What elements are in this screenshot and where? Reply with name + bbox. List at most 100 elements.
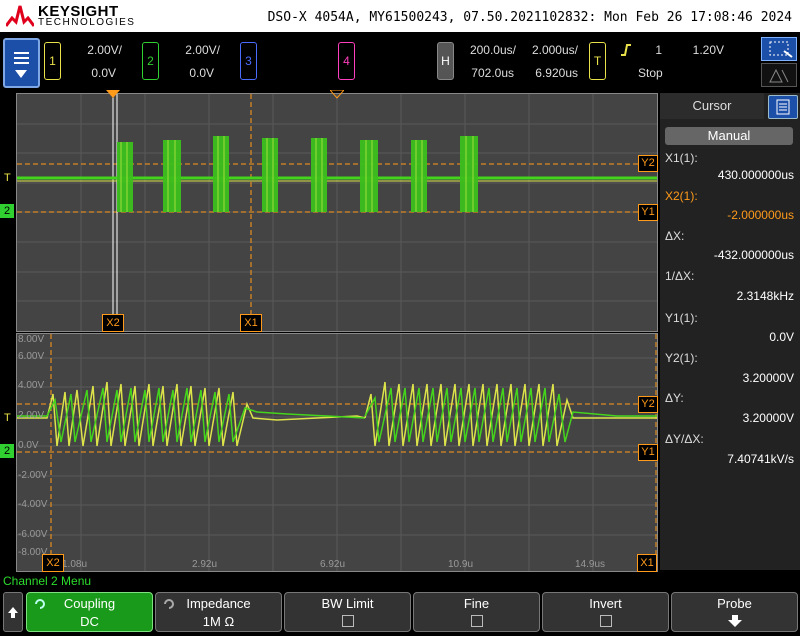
x1-value[interactable]: 430.000000us bbox=[718, 168, 794, 182]
list-icon bbox=[776, 99, 790, 115]
softkey-invert-label: Invert bbox=[589, 596, 622, 611]
softkey-coupling-value: DC bbox=[80, 614, 99, 629]
time-scale[interactable]: 200.0us/ bbox=[458, 43, 516, 57]
softkey-bw-limit[interactable]: BW Limit bbox=[284, 592, 411, 632]
dx-label: ΔX: bbox=[665, 229, 685, 243]
softkey-fine-label: Fine bbox=[463, 596, 490, 611]
y-tick-2v: 2.00V bbox=[18, 410, 45, 421]
y1-cursor-marker-bottom[interactable]: Y1 bbox=[638, 444, 658, 461]
x-tick-5: 14.9us bbox=[575, 559, 606, 570]
zoom-waveform-display[interactable] bbox=[16, 333, 658, 572]
zoom-time-delay[interactable]: 6.920us bbox=[522, 66, 578, 80]
dydx-label: ΔY/ΔX: bbox=[665, 432, 704, 446]
dx-value: -432.000000us bbox=[713, 248, 794, 262]
softkey-coupling[interactable]: Coupling DC bbox=[26, 592, 153, 632]
trigger-level-marker-bottom: T bbox=[4, 412, 11, 424]
arrow-down-icon bbox=[728, 615, 742, 627]
x1-cursor-marker-bottom[interactable]: X1 bbox=[637, 554, 657, 572]
y2-label: Y2(1): bbox=[665, 351, 698, 365]
main-waveform-display[interactable] bbox=[16, 93, 658, 332]
x2-cursor-marker-top[interactable]: X2 bbox=[102, 314, 124, 332]
y2-cursor-marker-bottom[interactable]: Y2 bbox=[638, 396, 658, 413]
softkey-impedance-label: Impedance bbox=[186, 596, 251, 611]
y-tick-8v: 8.00V bbox=[18, 334, 45, 345]
channel-2-key[interactable]: 2 bbox=[142, 42, 159, 80]
keysight-logo-icon bbox=[6, 5, 34, 27]
y-tick-neg4v: -4.00V bbox=[18, 499, 48, 510]
x2-label: X2(1): bbox=[665, 189, 698, 203]
instrument-info: DSO-X 4054A, MY61500243, 07.50.202110283… bbox=[267, 10, 792, 25]
fine-checkbox[interactable] bbox=[470, 615, 483, 627]
dy-label: ΔY: bbox=[665, 391, 684, 405]
panel-menu-button[interactable] bbox=[768, 95, 798, 119]
trigger-source[interactable]: 1 bbox=[650, 43, 662, 57]
ch2-ground-marker-top[interactable]: 2 bbox=[0, 204, 14, 218]
channel-bar: 1 2.00V/ 0.0V 2 2.00V/ 0.0V 3 4 H 200.0u… bbox=[0, 32, 800, 91]
touch-zoom-button[interactable] bbox=[761, 37, 797, 61]
trigger-position-marker bbox=[106, 90, 120, 98]
ch1-offset[interactable]: 0.0V bbox=[66, 66, 116, 80]
softkey-probe-label: Probe bbox=[717, 596, 752, 611]
y-tick-6v: 6.00V bbox=[18, 351, 45, 362]
softkey-impedance[interactable]: Impedance 1M Ω bbox=[155, 592, 282, 632]
y1-label: Y1(1): bbox=[665, 311, 698, 325]
y2-value[interactable]: 3.20000V bbox=[743, 371, 794, 385]
inv-dx-value: 2.3148kHz bbox=[736, 289, 794, 303]
trigger-key[interactable]: T bbox=[589, 42, 606, 80]
dy-value: 3.20000V bbox=[742, 411, 794, 425]
horizontal-key[interactable]: H bbox=[437, 42, 454, 80]
ch2-scale[interactable]: 2.00V/ bbox=[164, 43, 220, 57]
y-tick-neg2v: -2.00V bbox=[18, 470, 48, 481]
delay-marker bbox=[330, 90, 344, 99]
softkey-bw-limit-label: BW Limit bbox=[321, 596, 374, 611]
bw-limit-checkbox[interactable] bbox=[341, 615, 354, 627]
x2-value[interactable]: -2.000000us bbox=[727, 208, 794, 222]
title-bar: KEYSIGHT TECHNOLOGIES DSO-X 4054A, MY615… bbox=[0, 0, 800, 32]
cursor-panel-title[interactable]: Cursor bbox=[660, 93, 764, 119]
y-tick-0v: 0.0V bbox=[18, 440, 39, 451]
softkey-impedance-value: 1M Ω bbox=[202, 614, 235, 629]
ch1-scale[interactable]: 2.00V/ bbox=[66, 43, 122, 57]
acquisition-state: Stop bbox=[638, 66, 663, 80]
brand-subtitle: TECHNOLOGIES bbox=[38, 17, 136, 28]
dydx-value: 7.40741kV/s bbox=[727, 452, 794, 466]
softkey-invert[interactable]: Invert bbox=[542, 592, 669, 632]
x-tick-3: 6.92u bbox=[320, 559, 346, 570]
zoom-box-icon bbox=[769, 41, 793, 58]
zoom-time-scale[interactable]: 2.000us/ bbox=[522, 43, 578, 57]
invert-checkbox[interactable] bbox=[599, 615, 612, 627]
x1-label: X1(1): bbox=[665, 151, 698, 165]
main-menu-button[interactable] bbox=[3, 38, 40, 88]
softkey-coupling-label: Coupling bbox=[63, 596, 116, 611]
x-tick-1: 1.08u bbox=[62, 559, 88, 570]
zoom-waveform-plot bbox=[17, 334, 657, 571]
menu-back-button[interactable] bbox=[3, 592, 23, 632]
arrow-up-icon bbox=[8, 607, 18, 618]
main-waveform-plot bbox=[17, 94, 657, 331]
x1-cursor-marker-top[interactable]: X1 bbox=[240, 314, 262, 332]
ch2-offset[interactable]: 0.0V bbox=[164, 66, 214, 80]
gesture-button[interactable] bbox=[761, 63, 797, 87]
softkey-fine[interactable]: Fine bbox=[413, 592, 540, 632]
ch2-ground-marker-bottom[interactable]: 2 bbox=[0, 444, 14, 458]
channel-3-key[interactable]: 3 bbox=[240, 42, 257, 80]
y1-value[interactable]: 0.0V bbox=[769, 330, 794, 344]
x-tick-2: 2.92u bbox=[192, 559, 218, 570]
channel-4-key[interactable]: 4 bbox=[338, 42, 355, 80]
trigger-level-marker-top: T bbox=[4, 172, 11, 184]
y-tick-neg6v: -6.00V bbox=[18, 529, 48, 540]
time-delay[interactable]: 702.0us bbox=[458, 66, 514, 80]
x2-cursor-marker-bottom[interactable]: X2 bbox=[42, 554, 64, 572]
channel-1-key[interactable]: 1 bbox=[44, 42, 61, 80]
inv-dx-label: 1/ΔX: bbox=[665, 269, 695, 283]
y-tick-4v: 4.00V bbox=[18, 380, 45, 391]
y2-cursor-marker-top[interactable]: Y2 bbox=[638, 155, 658, 172]
rising-edge-icon bbox=[621, 44, 631, 56]
gesture-icon bbox=[769, 68, 789, 83]
cursor-mode-button[interactable]: Manual bbox=[665, 127, 793, 145]
softkey-probe[interactable]: Probe bbox=[671, 592, 798, 632]
softkey-menu-title: Channel 2 Menu bbox=[3, 574, 92, 588]
trigger-level[interactable]: 1.20V bbox=[678, 43, 724, 57]
x-tick-4: 10.9u bbox=[448, 559, 474, 570]
y1-cursor-marker-top[interactable]: Y1 bbox=[638, 204, 658, 221]
